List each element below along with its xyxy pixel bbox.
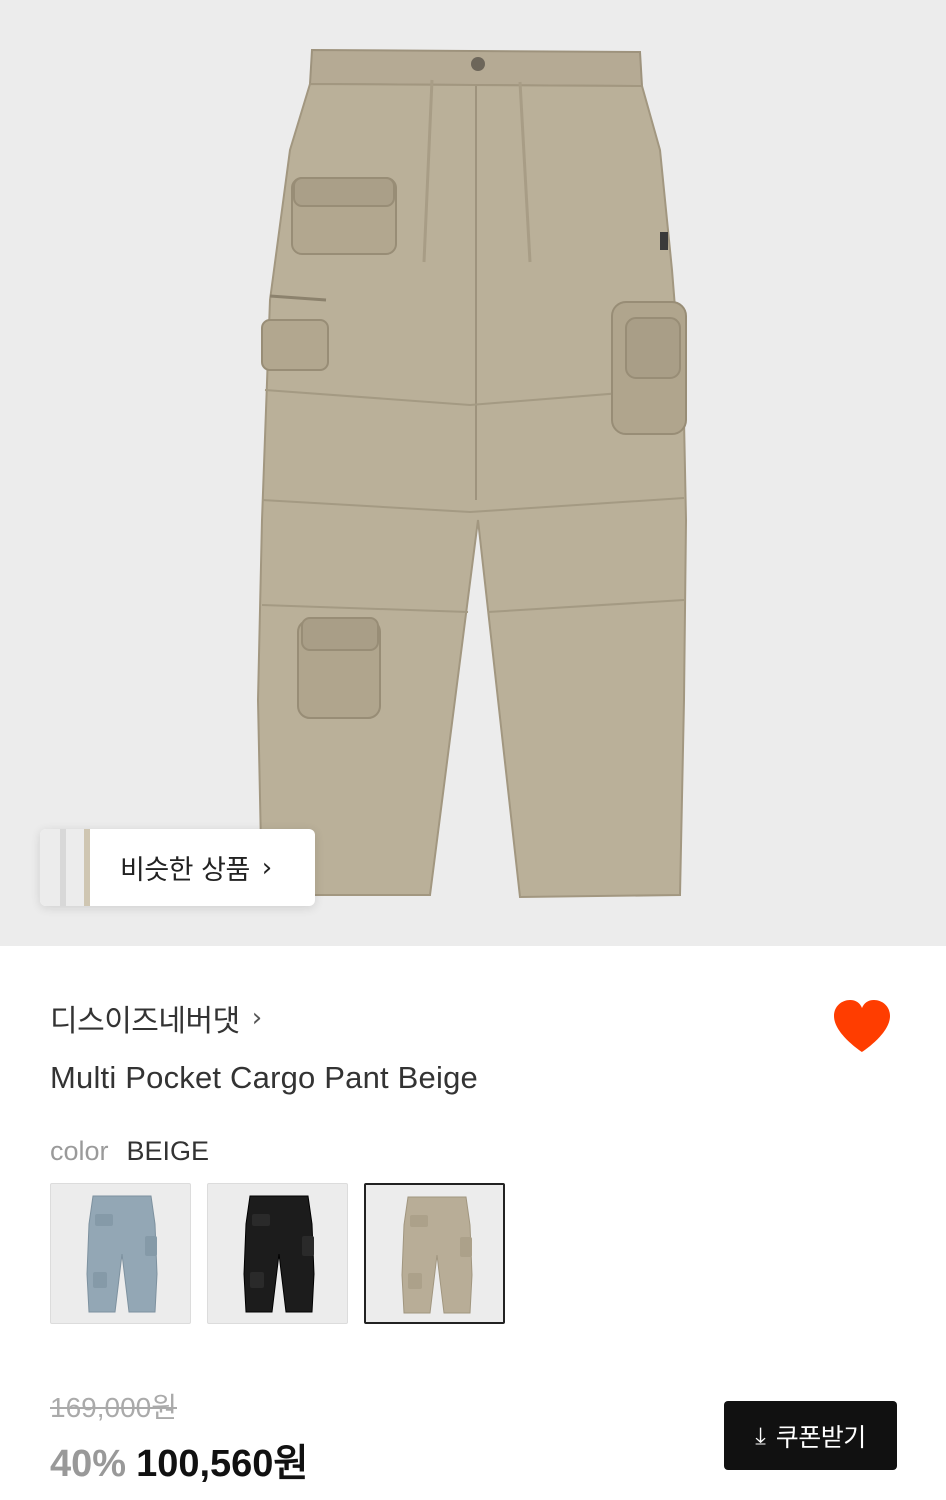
color-label: color xyxy=(50,1136,109,1166)
swatch-beige[interactable] xyxy=(364,1183,505,1324)
sale-price: 100,560원 xyxy=(136,1443,309,1485)
chevron-right-icon: › xyxy=(261,852,273,883)
product-title: Multi Pocket Cargo Pant Beige xyxy=(50,1060,478,1095)
discount-rate: 40% xyxy=(50,1443,127,1485)
similar-products-label: 비슷한 상품 xyxy=(120,855,250,886)
download-icon: ⤓ xyxy=(755,1421,766,1450)
similar-products-button[interactable]: 비슷한 상품 › xyxy=(40,829,315,906)
brand-link[interactable]: 디스이즈네버댓 › xyxy=(50,996,262,1040)
heart-shape xyxy=(834,1000,890,1052)
chevron-right-icon: › xyxy=(251,1003,263,1033)
get-coupon-button[interactable]: ⤓ 쿠폰받기 xyxy=(724,1401,897,1470)
like-heart-icon[interactable] xyxy=(832,998,892,1054)
swatch-black[interactable] xyxy=(207,1183,348,1324)
swatch-blue-grey[interactable] xyxy=(50,1183,191,1324)
sale-price-row: 40% 100,560원 xyxy=(50,1432,308,1487)
product-hero-image[interactable]: 비슷한 상품 › xyxy=(0,0,946,946)
color-value: BEIGE xyxy=(126,1136,210,1166)
black-pants-thumbnail xyxy=(243,1195,315,1313)
beige-cargo-pants-illustration xyxy=(256,48,688,899)
brand-name: 디스이즈네버댓 xyxy=(50,1004,240,1039)
beige-pants-thumbnail xyxy=(401,1196,473,1314)
coupon-button-label: 쿠폰받기 xyxy=(775,1422,867,1452)
color-swatches xyxy=(50,1183,505,1324)
original-price: 169,000원 xyxy=(50,1392,177,1423)
color-selector-label: color BEIGE xyxy=(50,1136,209,1167)
similar-product-thumbnail xyxy=(40,829,90,906)
blue-grey-pants-thumbnail xyxy=(86,1195,158,1313)
